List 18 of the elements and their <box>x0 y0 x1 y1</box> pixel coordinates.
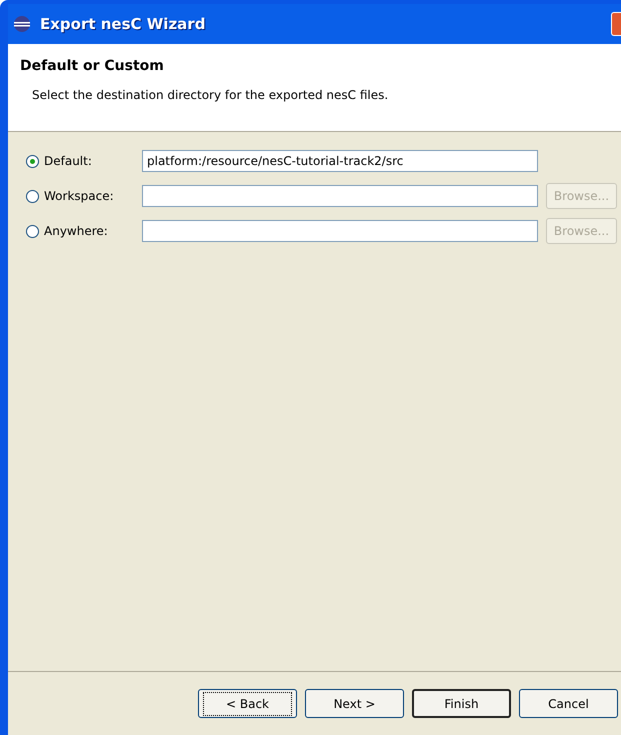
wizard-button[interactable]: Cancel <box>519 689 618 718</box>
radio-button[interactable] <box>26 190 39 202</box>
wizard-button[interactable]: Next > <box>305 689 404 718</box>
page-title: Default or Custom <box>20 57 165 76</box>
path-field[interactable] <box>142 220 538 242</box>
close-button[interactable] <box>611 12 621 36</box>
radio-button[interactable] <box>26 224 39 238</box>
radio-button[interactable] <box>26 154 39 168</box>
option-label: Default: <box>44 153 93 170</box>
wizard-button[interactable]: < Back <box>198 689 297 718</box>
page-description: Select the destination directory for the exported nesC files. <box>31 87 390 104</box>
path-field[interactable] <box>142 185 538 207</box>
option-label: Workspace: <box>44 188 115 205</box>
app-icon <box>12 14 32 34</box>
window-title: Export nesC Wizard <box>40 14 206 35</box>
option-label: Anywhere: <box>44 223 109 240</box>
path-field[interactable]: platform:/resource/nesC-tutorial-track2/src <box>142 150 538 172</box>
wizard-button[interactable]: Finish <box>412 689 511 718</box>
